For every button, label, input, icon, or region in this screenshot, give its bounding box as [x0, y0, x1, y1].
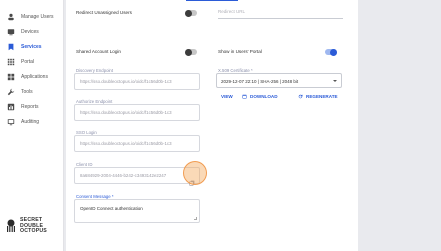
octopus-logo-icon: [6, 219, 16, 233]
monitor-icon: [7, 118, 15, 126]
grid-icon: [7, 58, 15, 66]
show-in-portal-label: Show in Users' Portal: [218, 49, 262, 54]
resize-handle-icon[interactable]: [194, 217, 197, 220]
device-icon: [7, 28, 15, 36]
sidebar-item-label: Manage Users: [21, 13, 54, 20]
sidebar-item-label: Portal: [21, 58, 35, 65]
wrench-icon: [7, 88, 15, 96]
consent-message-textarea[interactable]: OpenID Connect authentication: [74, 199, 200, 223]
tab-indicator: [186, 0, 238, 1]
view-button[interactable]: VIEW: [221, 94, 233, 99]
redirect-unassigned-toggle[interactable]: [185, 9, 197, 17]
shared-account-login-label: Shared Account Login: [76, 49, 121, 54]
brand-name: SECRET DOUBLE OCTOPUS: [20, 217, 47, 235]
authorize-endpoint-value: https://sso.doubleoctopus.io/oidc/f1c56d…: [80, 110, 172, 115]
sso-login-field[interactable]: https://sso.doubleoctopus.io/oidc/f1c56d…: [74, 135, 200, 152]
shared-account-login-toggle[interactable]: [185, 48, 197, 56]
download-button[interactable]: DOWNLOAD: [242, 94, 278, 99]
consent-message-value: OpenID Connect authentication: [80, 206, 143, 211]
client-id-field[interactable]: 8a684929-2004-4446-b242-c3493142e2247: [74, 167, 200, 186]
users-icon: [7, 13, 15, 21]
authorize-endpoint-field[interactable]: https://sso.doubleoctopus.io/oidc/f1c56d…: [74, 104, 200, 121]
chart-icon: [7, 103, 15, 111]
discovery-endpoint-value: https://sso.doubleoctopus.io/oidc/f1c56d…: [80, 79, 172, 84]
chevron-down-icon: [333, 80, 337, 82]
sidebar-item-auditing[interactable]: Auditing: [0, 112, 64, 131]
bookmark-icon: [7, 43, 15, 51]
certificate-value: 2029-12-07 22:10 | SHA-256 | 2048 bit: [221, 79, 299, 84]
redirect-url-field[interactable]: Redirect URL: [218, 7, 343, 19]
page-background: [358, 0, 441, 251]
brand-logo: SECRET DOUBLE OCTOPUS: [6, 217, 47, 235]
sidebar-item-label: Services: [21, 43, 42, 50]
regenerate-button[interactable]: REGENERATE: [298, 94, 338, 99]
redirect-url-placeholder: Redirect URL: [218, 9, 246, 14]
sidebar-item-label: Tools: [21, 88, 33, 95]
sidebar-item-label: Auditing: [21, 118, 40, 125]
apps-icon: [7, 73, 15, 81]
discovery-endpoint-field[interactable]: https://sso.doubleoctopus.io/oidc/f1c56d…: [74, 73, 200, 90]
service-settings-card: Redirect Unassigned Users Redirect URL S…: [66, 0, 358, 251]
refresh-icon: [298, 94, 303, 99]
click-highlight-marker: [183, 161, 207, 185]
sidebar-item-label: Devices: [21, 28, 39, 35]
sso-login-value: https://sso.doubleoctopus.io/oidc/f1c56d…: [80, 141, 172, 146]
certificate-select[interactable]: 2029-12-07 22:10 | SHA-256 | 2048 bit: [216, 73, 342, 88]
sidebar: Manage Users Devices Services Portal App…: [0, 0, 64, 251]
show-in-portal-toggle[interactable]: [325, 48, 337, 56]
sidebar-item-label: Reports: [21, 103, 39, 110]
client-id-value: 8a684929-2004-4446-b242-c3493142e2247: [80, 173, 167, 178]
redirect-unassigned-label: Redirect Unassigned Users: [76, 10, 132, 15]
calendar-icon: [242, 94, 247, 99]
sidebar-item-label: Applications: [21, 73, 48, 80]
